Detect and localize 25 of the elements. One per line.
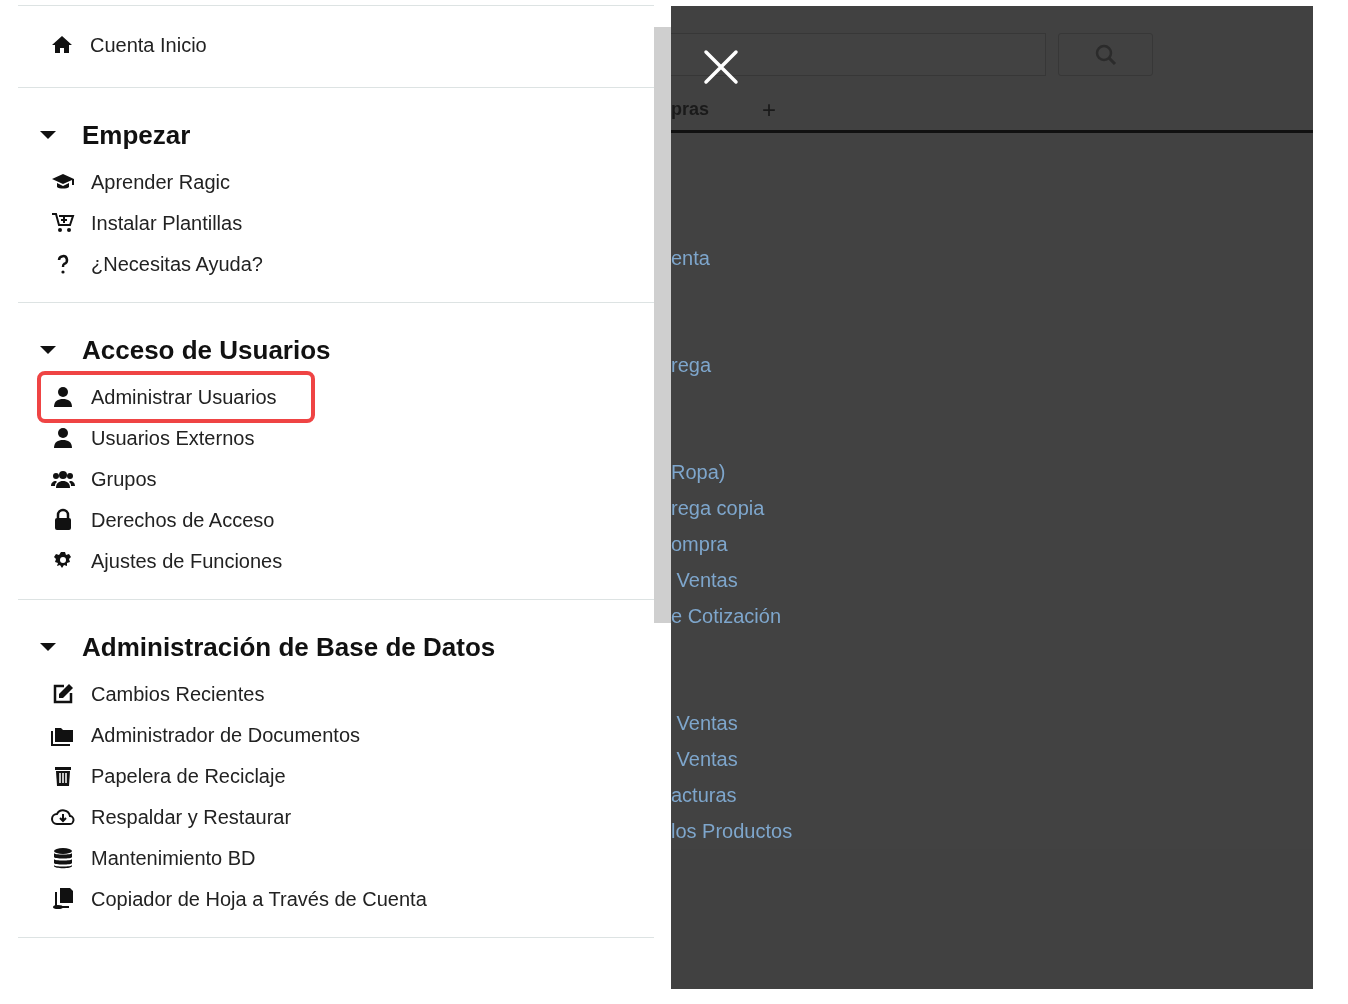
search-field[interactable] — [671, 33, 1046, 76]
close-icon[interactable] — [703, 49, 739, 85]
user-icon — [51, 384, 75, 409]
link[interactable]: rega — [671, 350, 712, 380]
link[interactable]: acturas — [671, 780, 737, 810]
link[interactable]: Ventas — [671, 744, 738, 774]
section-title: Acceso de Usuarios — [82, 333, 331, 367]
link[interactable]: ompra — [671, 529, 728, 559]
section-title: Administración de Base de Datos — [82, 630, 496, 664]
scrollbar[interactable] — [654, 27, 671, 623]
documents-icon — [51, 886, 75, 911]
link[interactable]: Ventas — [671, 708, 738, 738]
link[interactable]: rega copia — [671, 493, 765, 523]
link[interactable]: los Productos — [671, 816, 793, 846]
link[interactable]: e Cotización — [671, 601, 782, 631]
edit-icon — [51, 681, 75, 706]
user-icon — [51, 425, 75, 450]
menu-item[interactable]: Administrar Usuarios — [37, 370, 315, 423]
link[interactable]: Ropa) — [671, 457, 726, 487]
cart-icon — [51, 210, 75, 235]
home-link[interactable]: Cuenta Inicio — [50, 29, 207, 64]
section-title: Empezar — [82, 118, 191, 152]
link[interactable]: Ventas — [671, 565, 738, 595]
link[interactable]: enta — [671, 243, 710, 273]
database-icon — [51, 845, 75, 870]
